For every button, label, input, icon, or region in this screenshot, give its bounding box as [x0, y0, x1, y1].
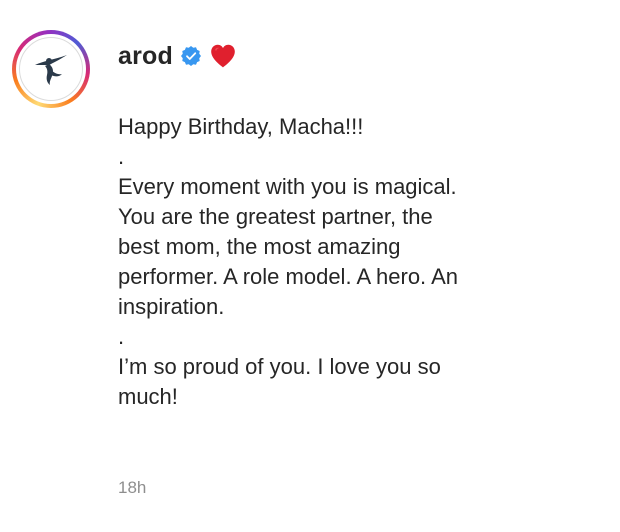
caption-line: much!	[118, 384, 178, 409]
avatar[interactable]	[19, 37, 83, 101]
story-ring[interactable]	[12, 30, 90, 108]
username-link[interactable]: arod	[118, 42, 173, 71]
verified-badge-icon	[180, 46, 201, 66]
caption-line: Happy Birthday, Macha!!!	[118, 114, 364, 139]
caption-line: inspiration.	[118, 294, 225, 319]
caption-separator: .	[118, 324, 125, 349]
post-timestamp[interactable]: 18h	[118, 478, 146, 498]
batter-logo-icon	[35, 55, 67, 85]
post-header: arod	[118, 38, 237, 74]
caption-separator: .	[118, 144, 125, 169]
red-heart-icon	[211, 44, 235, 68]
post-caption: Happy Birthday, Macha!!! . Every moment …	[118, 112, 598, 412]
caption-line: performer. A role model. A hero. An	[118, 264, 458, 289]
caption-line: best mom, the most amazing	[118, 234, 401, 259]
avatar-gap	[16, 34, 86, 104]
caption-line: Every moment with you is magical.	[118, 174, 457, 199]
caption-line: You are the greatest partner, the	[118, 204, 433, 229]
instagram-post: arod Happy Birthday, Macha!!! . Every mo…	[0, 0, 620, 532]
caption-line: I’m so proud of you. I love you so	[118, 354, 441, 379]
